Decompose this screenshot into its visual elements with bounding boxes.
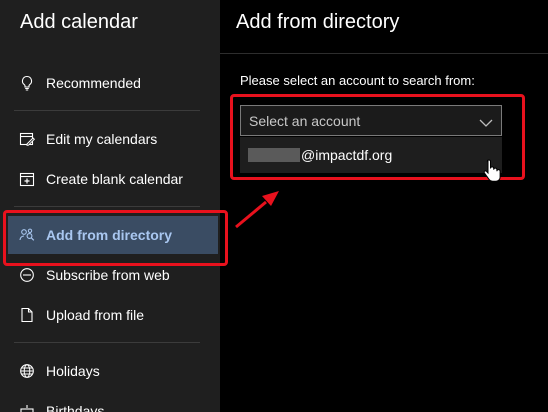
sidebar-item-recommended[interactable]: Recommended (8, 66, 218, 100)
account-prompt-label: Please select an account to search from: (240, 73, 475, 88)
web-icon (19, 267, 35, 283)
main-panel: Add from directory Please select an acco… (220, 0, 548, 412)
sidebar-item-label: Upload from file (46, 307, 145, 323)
sidebar-item-label: Edit my calendars (46, 131, 158, 147)
sidebar-divider (14, 206, 200, 207)
add-calendar-dialog: Add calendar Recommended Edit my calenda… (0, 0, 548, 412)
sidebar-item-label: Create blank calendar (46, 171, 183, 187)
edit-calendar-icon (19, 131, 35, 147)
sidebar-item-label: Subscribe from web (46, 267, 170, 283)
highlight-box-dropdown (230, 94, 525, 180)
highlight-box-sidebar (3, 210, 228, 266)
sidebar-item-birthdays[interactable]: Birthdays (8, 394, 218, 412)
page-title: Add from directory (236, 11, 400, 33)
file-upload-icon (19, 307, 35, 323)
globe-icon (19, 363, 35, 379)
header-divider (220, 53, 548, 54)
sidebar-item-holidays[interactable]: Holidays (8, 354, 218, 388)
calendar-add-icon (19, 171, 35, 187)
sidebar-item-label: Birthdays (46, 403, 105, 412)
sidebar-item-create-blank-calendar[interactable]: Create blank calendar (8, 162, 218, 196)
sidebar: Add calendar Recommended Edit my calenda… (0, 0, 220, 412)
sidebar-item-upload-from-file[interactable]: Upload from file (8, 298, 218, 332)
sidebar-item-label: Recommended (46, 75, 141, 91)
lightbulb-icon (19, 75, 35, 91)
sidebar-title: Add calendar (20, 11, 138, 33)
sidebar-divider (14, 342, 200, 343)
sidebar-divider (14, 110, 200, 111)
sidebar-item-label: Holidays (46, 363, 100, 379)
birthday-icon (19, 403, 35, 412)
sidebar-item-edit-my-calendars[interactable]: Edit my calendars (8, 122, 218, 156)
